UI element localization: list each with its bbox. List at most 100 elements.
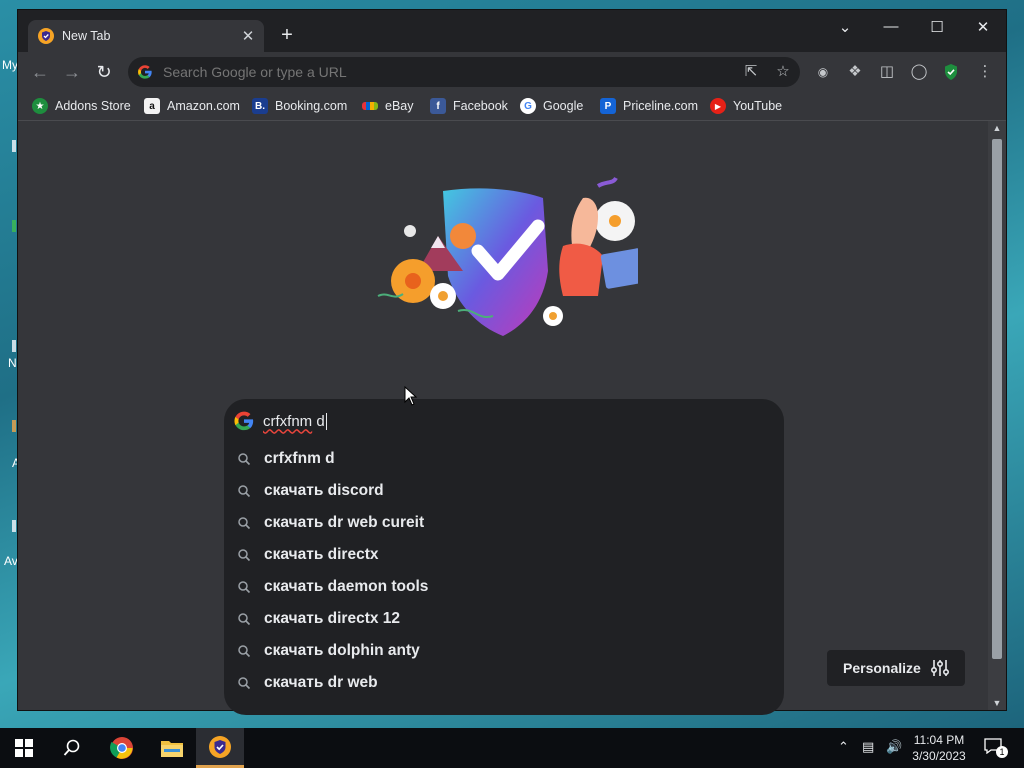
taskbar-chrome[interactable] <box>98 728 146 768</box>
suggestion-item[interactable]: скачать directx <box>224 539 784 571</box>
bookmark-priceline[interactable]: P Priceline.com <box>600 97 698 115</box>
notification-count-badge: 1 <box>996 746 1008 758</box>
bookmark-youtube[interactable]: ▶ YouTube <box>710 97 782 115</box>
suggestion-item[interactable]: скачать dr web <box>224 667 784 699</box>
address-bar[interactable] <box>128 57 800 87</box>
maximize-button[interactable]: ☐ <box>922 18 952 36</box>
extensions-puzzle-icon[interactable]: ❖ <box>846 63 864 81</box>
lock-extension-icon[interactable]: ◉ <box>814 63 832 81</box>
search-icon <box>238 581 251 594</box>
amazon-icon: a <box>144 98 160 114</box>
vertical-scrollbar[interactable]: ▲ ▼ <box>988 121 1006 710</box>
scroll-up-icon[interactable]: ▲ <box>992 123 1002 133</box>
bookmark-label: eBay <box>385 99 414 113</box>
taskbar-search-button[interactable] <box>48 728 96 768</box>
desktop-icon[interactable] <box>12 140 16 152</box>
typed-remainder: d <box>312 412 325 430</box>
title-bar: New Tab ✕ + ⌄ — ☐ ✕ <box>18 10 1006 52</box>
suggestion-item[interactable]: скачать directx 12 <box>224 603 784 635</box>
bookmarks-bar: ★ Addons Store a Amazon.com B. Booking.c… <box>18 92 1006 121</box>
suggestion-item[interactable]: скачать dr web cureit <box>224 507 784 539</box>
suggestion-item[interactable]: скачать daemon tools <box>224 571 784 603</box>
chevron-up-icon[interactable]: ⌃ <box>838 739 849 755</box>
suggestion-text: скачать dr web cureit <box>264 514 425 531</box>
suggestion-text: скачать daemon tools <box>264 578 429 595</box>
bookmark-label: Addons Store <box>55 99 131 113</box>
desktop-icon[interactable] <box>12 340 16 352</box>
suggestion-text: скачать directx 12 <box>264 610 401 627</box>
tab-close-icon[interactable]: ✕ <box>238 27 258 45</box>
search-icon <box>238 453 251 466</box>
desktop-icon[interactable] <box>12 520 16 532</box>
personalize-button[interactable]: Personalize <box>827 650 965 686</box>
bookmark-label: Facebook <box>453 99 508 113</box>
tab-new-tab[interactable]: New Tab ✕ <box>28 20 264 52</box>
suggestion-item[interactable]: crfxfnm d <box>224 443 784 475</box>
start-button[interactable] <box>0 728 48 768</box>
bookmark-addons-store[interactable]: ★ Addons Store <box>32 97 131 115</box>
search-icon <box>238 517 251 530</box>
folder-icon <box>161 741 183 757</box>
side-panel-icon[interactable]: ◫ <box>878 63 896 81</box>
close-window-button[interactable]: ✕ <box>968 18 998 36</box>
search-input[interactable]: crfxfnm d <box>224 399 784 443</box>
desktop-icon-label: My <box>2 58 18 72</box>
priceline-icon: P <box>600 98 616 114</box>
chrome-icon <box>110 737 133 759</box>
bookmark-ebay[interactable]: eBay <box>362 97 414 115</box>
forward-arrow-icon[interactable]: → <box>62 62 82 82</box>
minimize-button[interactable]: — <box>876 18 906 35</box>
security-shield-icon[interactable] <box>942 63 960 81</box>
suggestion-text: crfxfnm d <box>264 450 335 467</box>
browser-shield-icon <box>38 28 54 44</box>
profile-icon[interactable]: ◯ <box>910 63 928 81</box>
suggestion-item[interactable]: скачать discord <box>224 475 784 507</box>
search-typed-text: crfxfnm d <box>263 413 325 430</box>
taskbar-file-explorer[interactable] <box>148 728 196 768</box>
search-icon <box>238 485 251 498</box>
suggestion-text: скачать directx <box>264 546 379 563</box>
scroll-down-icon[interactable]: ▼ <box>992 698 1002 708</box>
browser-shield-icon <box>209 735 231 758</box>
clock-time: 11:04 PM <box>913 733 965 747</box>
windows-logo-icon <box>15 739 33 757</box>
bookmark-label: Booking.com <box>275 99 348 113</box>
bookmark-label: Priceline.com <box>623 99 699 113</box>
system-clock[interactable]: 11:04 PM 3/30/2023 <box>898 732 980 764</box>
scrollbar-thumb[interactable] <box>992 139 1002 659</box>
taskbar: ⌃ ▤ 🔊 11:04 PM 3/30/2023 1 <box>0 728 1024 768</box>
taskbar-browser-active[interactable] <box>196 728 244 768</box>
back-arrow-icon[interactable]: ← <box>30 62 50 82</box>
tab-search-dropdown-icon[interactable]: ⌄ <box>830 18 860 36</box>
reload-icon[interactable]: ↻ <box>94 62 114 82</box>
ebay-icon <box>362 102 378 110</box>
mouse-cursor-icon <box>404 386 418 406</box>
google-g-icon <box>138 65 152 79</box>
menu-kebab-icon[interactable]: ⋮ <box>976 63 994 81</box>
bookmark-star-icon[interactable]: ☆ <box>774 63 792 81</box>
network-icon[interactable]: ▤ <box>862 739 874 755</box>
addons-store-icon: ★ <box>32 98 48 114</box>
search-icon <box>238 549 251 562</box>
bookmark-google[interactable]: G Google <box>520 97 583 115</box>
suggestion-text: скачать dr web <box>264 674 378 691</box>
suggestion-text: скачать dolphin anty <box>264 642 420 659</box>
share-icon[interactable]: ⇱ <box>742 63 760 81</box>
suggestion-item[interactable]: скачать dolphin anty <box>224 635 784 667</box>
facebook-icon: f <box>430 98 446 114</box>
text-caret <box>325 412 327 430</box>
bookmark-booking[interactable]: B. Booking.com <box>252 97 347 115</box>
desktop-icon[interactable] <box>12 220 16 232</box>
notification-center-button[interactable]: 1 <box>984 738 1008 758</box>
new-tab-button[interactable]: + <box>276 24 298 46</box>
search-icon <box>63 739 80 756</box>
desktop-icon-label: N <box>8 356 17 370</box>
address-input[interactable] <box>161 63 800 81</box>
desktop-icon[interactable] <box>12 420 16 432</box>
sliders-icon <box>930 660 950 676</box>
toolbar: ← → ↻ ⇱ ☆ ◉ ❖ ◫ ◯ ⋮ <box>18 52 1006 92</box>
bookmark-facebook[interactable]: f Facebook <box>430 97 508 115</box>
bookmark-amazon[interactable]: a Amazon.com <box>144 97 240 115</box>
bookmark-label: YouTube <box>733 99 783 113</box>
tab-title: New Tab <box>62 29 111 43</box>
